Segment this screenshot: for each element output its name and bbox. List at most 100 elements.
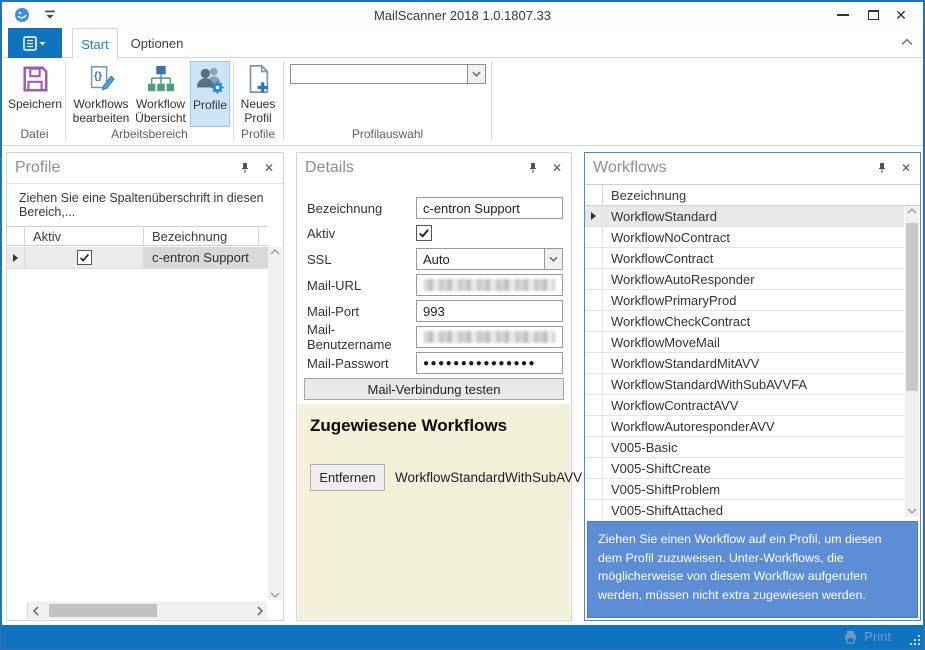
workflow-row[interactable]: WorkflowMoveMail bbox=[585, 332, 904, 353]
scroll-down-button[interactable] bbox=[905, 508, 919, 514]
mail-passwort-input[interactable]: ●●●●●●●●●●●●●●● bbox=[416, 352, 563, 374]
workflow-row[interactable]: V005-ShiftAttached bbox=[585, 500, 904, 519]
row-indicator-cell bbox=[585, 290, 603, 310]
column-header-bezeichnung[interactable]: Bezeichnung bbox=[144, 227, 259, 245]
resize-grip[interactable] bbox=[910, 635, 920, 645]
workflow-row[interactable]: V005-Basic bbox=[585, 437, 904, 458]
column-header-bezeichnung[interactable]: Bezeichnung bbox=[603, 185, 920, 205]
cut-cell bbox=[259, 247, 268, 268]
ribbon-group-profilauswahl: Profilauswahl bbox=[284, 58, 491, 144]
combobox-dropdown-button[interactable] bbox=[467, 65, 485, 83]
tab-optionen[interactable]: Optionen bbox=[124, 28, 190, 58]
mail-port-input[interactable]: 993 bbox=[416, 300, 563, 322]
workflow-name: WorkflowAutoResponder bbox=[603, 269, 904, 289]
scroll-thumb[interactable] bbox=[49, 604, 157, 617]
scroll-down-button[interactable] bbox=[268, 592, 282, 598]
row-header-corner bbox=[585, 185, 603, 205]
bezeichnung-input[interactable]: c-entron Support bbox=[416, 197, 563, 219]
workflows-grid-header: Bezeichnung bbox=[585, 184, 920, 206]
workflow-row[interactable]: WorkflowStandard bbox=[585, 206, 904, 227]
mail-benutzername-input[interactable] bbox=[416, 326, 563, 348]
mail-url-input[interactable] bbox=[416, 274, 563, 296]
collapse-ribbon-icon[interactable] bbox=[901, 38, 913, 46]
tab-start[interactable]: Start bbox=[72, 28, 118, 59]
braces-pencil-icon: {} bbox=[86, 64, 116, 94]
scroll-track[interactable] bbox=[43, 602, 252, 619]
redacted-value bbox=[424, 279, 555, 291]
ribbon-group-arbeitsbereich: {} Workflows bearbeiten Workflow Übersic… bbox=[66, 58, 233, 144]
row-header-corner bbox=[7, 227, 25, 245]
pin-icon[interactable] bbox=[527, 162, 539, 174]
scroll-up-button[interactable] bbox=[268, 249, 282, 255]
workflow-name: WorkflowContract bbox=[603, 248, 904, 268]
row-indicator-cell bbox=[585, 458, 603, 478]
new-profile-button[interactable]: Neues Profil bbox=[236, 61, 280, 127]
minimize-button[interactable] bbox=[829, 2, 857, 28]
print-button[interactable]: Print bbox=[843, 625, 891, 648]
workflow-name: WorkflowStandardMitAVV bbox=[603, 353, 904, 373]
workflow-row[interactable]: WorkflowCheckContract bbox=[585, 311, 904, 332]
workflows-panel-title: Workflows bbox=[593, 159, 876, 177]
pin-icon[interactable] bbox=[876, 162, 888, 174]
scroll-up-button[interactable] bbox=[905, 208, 919, 214]
field-row-bezeichnung: Bezeichnung c-entron Support bbox=[307, 197, 563, 219]
profile-button-active[interactable]: Profile bbox=[190, 61, 230, 127]
profile-vertical-scrollbar[interactable] bbox=[268, 247, 282, 600]
edit-workflows-button[interactable]: {} Workflows bearbeiten bbox=[71, 61, 131, 127]
row-indicator-cell bbox=[585, 416, 603, 436]
profile-grid-row[interactable]: c-entron Support bbox=[7, 247, 268, 269]
scrollbar-corner-box bbox=[8, 602, 28, 619]
workflow-row[interactable]: WorkflowAutoresponderAVV bbox=[585, 416, 904, 437]
remove-workflow-button[interactable]: Entfernen bbox=[310, 464, 385, 491]
test-mail-connection-button[interactable]: Mail-Verbindung testen bbox=[304, 378, 564, 400]
checkmark-icon bbox=[417, 226, 431, 240]
close-panel-icon[interactable]: ✕ bbox=[900, 162, 912, 174]
field-label: Mail-Passwort bbox=[307, 356, 416, 371]
workflow-row[interactable]: WorkflowNoContract bbox=[585, 227, 904, 248]
workflows-vertical-scrollbar[interactable] bbox=[905, 206, 919, 516]
close-panel-icon[interactable]: ✕ bbox=[551, 162, 563, 174]
column-header-aktiv[interactable]: Aktiv bbox=[25, 227, 144, 245]
workflow-name: WorkflowMoveMail bbox=[603, 332, 904, 352]
save-button[interactable]: Speichern bbox=[8, 61, 62, 127]
workflow-overview-label: Workflow Übersicht bbox=[133, 97, 188, 125]
aktiv-checkbox[interactable] bbox=[416, 225, 432, 241]
workflow-row[interactable]: WorkflowContractAVV bbox=[585, 395, 904, 416]
field-label: Mail-Benutzername bbox=[307, 322, 416, 352]
mail-port-value: 993 bbox=[423, 304, 445, 319]
close-panel-icon[interactable]: ✕ bbox=[263, 162, 275, 174]
combobox-dropdown-button[interactable] bbox=[544, 249, 562, 269]
profile-select-combobox[interactable] bbox=[290, 64, 486, 84]
close-icon: ✕ bbox=[895, 8, 907, 22]
close-button[interactable]: ✕ bbox=[887, 2, 915, 28]
workflow-name: V005-ShiftAttached bbox=[603, 500, 904, 519]
aktiv-checkbox[interactable] bbox=[77, 250, 92, 265]
scroll-right-button[interactable] bbox=[252, 602, 267, 619]
scroll-thumb[interactable] bbox=[906, 223, 918, 391]
workflow-row[interactable]: V005-ShiftProblem bbox=[585, 479, 904, 500]
new-profile-label: Neues Profil bbox=[236, 97, 280, 125]
workflow-row[interactable]: WorkflowStandardWithSubAVVFA bbox=[585, 374, 904, 395]
application-menu-button[interactable] bbox=[8, 28, 62, 58]
pin-icon[interactable] bbox=[239, 162, 251, 174]
profile-horizontal-scrollbar[interactable] bbox=[8, 602, 267, 619]
field-row-mail-url: Mail-URL bbox=[307, 274, 563, 296]
profile-button-label: Profile bbox=[193, 98, 227, 112]
field-label: Mail-URL bbox=[307, 278, 416, 293]
aktiv-cell[interactable] bbox=[25, 247, 144, 268]
workflow-row[interactable]: WorkflowPrimaryProd bbox=[585, 290, 904, 311]
group-label-datei: Datei bbox=[4, 127, 65, 141]
row-indicator-cell bbox=[585, 500, 603, 519]
workflow-row[interactable]: V005-ShiftCreate bbox=[585, 458, 904, 479]
bezeichnung-cell[interactable]: c-entron Support bbox=[144, 247, 259, 268]
ssl-combobox[interactable]: Auto bbox=[416, 248, 563, 270]
workflow-overview-button[interactable]: Workflow Übersicht bbox=[133, 61, 188, 127]
workflow-row[interactable]: WorkflowContract bbox=[585, 248, 904, 269]
scroll-left-button[interactable] bbox=[28, 602, 43, 619]
workflow-row[interactable]: WorkflowStandardMitAVV bbox=[585, 353, 904, 374]
row-indicator-cell bbox=[7, 247, 25, 268]
chevron-down-icon bbox=[549, 256, 558, 262]
field-row-mail-benutzername: Mail-Benutzername bbox=[307, 326, 563, 348]
workflow-row[interactable]: WorkflowAutoResponder bbox=[585, 269, 904, 290]
maximize-button[interactable] bbox=[859, 2, 887, 28]
